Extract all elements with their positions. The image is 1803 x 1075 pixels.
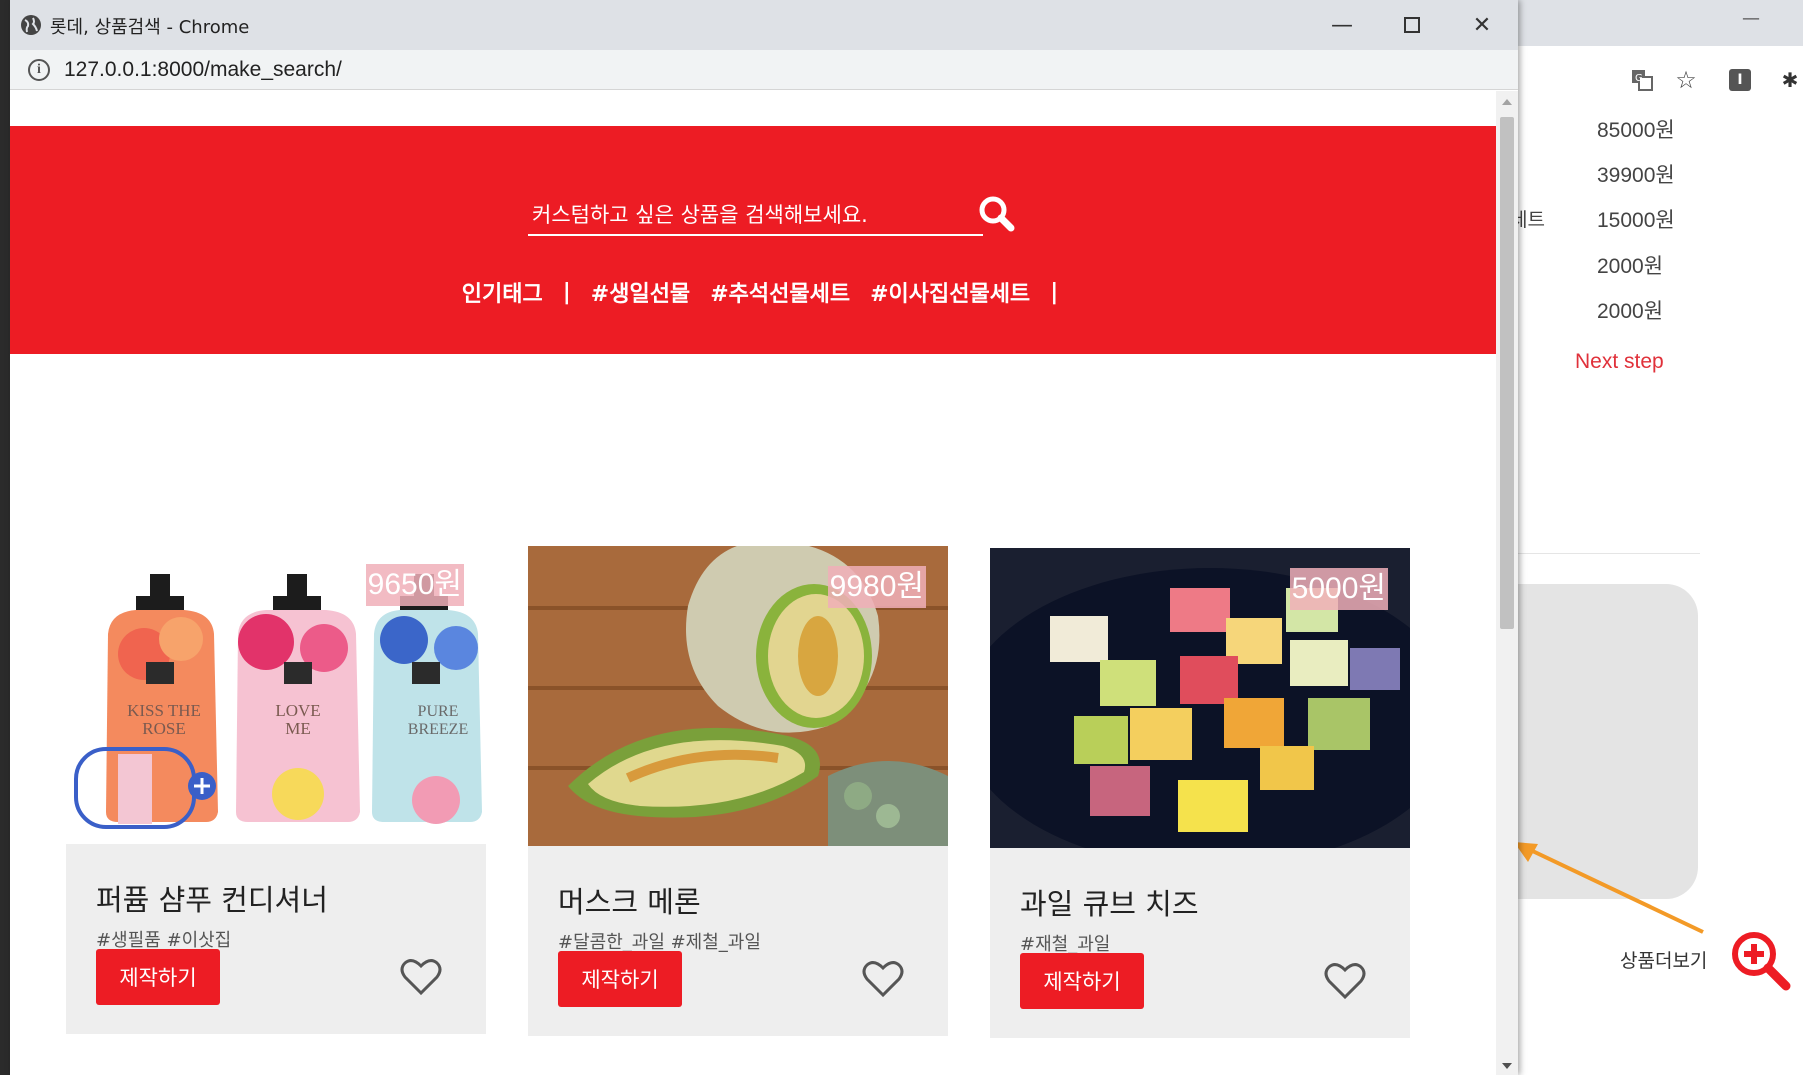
popular-tags-label: 인기태그 <box>461 282 543 307</box>
product-card[interactable]: 9980원 머스크 메론 #달콤한_과일 #제철_과일 제작하기 <box>528 546 948 1036</box>
window-title: 롯데, 상품검색 - Chrome <box>50 17 250 38</box>
search-box <box>528 196 983 236</box>
translate-icon[interactable]: G <box>1628 66 1656 94</box>
svg-text:ME: ME <box>285 719 311 738</box>
background-price: 15000원 <box>1597 209 1675 232</box>
make-button[interactable]: 제작하기 <box>558 951 682 1007</box>
more-products-label[interactable]: 상품더보기 <box>1620 946 1707 973</box>
tag-separator: | <box>562 279 571 305</box>
minimize-button[interactable]: — <box>1307 0 1377 50</box>
vertical-scrollbar[interactable] <box>1496 91 1518 1075</box>
background-price: 2000원 <box>1597 300 1664 323</box>
svg-text:BREEZE: BREEZE <box>408 721 468 738</box>
heart-icon[interactable] <box>400 958 442 996</box>
extensions-puzzle-icon[interactable]: ✱ <box>1776 66 1803 94</box>
title-bar: 롯데, 상품검색 - Chrome — ✕ <box>10 0 1518 50</box>
make-button[interactable]: 제작하기 <box>1020 953 1144 1009</box>
price-badge: 9980원 <box>827 566 926 608</box>
search-icon[interactable] <box>975 192 1019 236</box>
popup-browser-window: 롯데, 상품검색 - Chrome — ✕ i 127.0.0.1:8000/m… <box>10 0 1518 1075</box>
svg-text:ROSE: ROSE <box>142 719 185 738</box>
product-card[interactable]: 5000원 과일 큐브 치즈 #재철_과일 제작하기 <box>990 548 1410 1038</box>
price-badge: 5000원 <box>1289 568 1388 610</box>
popular-tags: 인기태그 | #생일선물 #추석선물세트 #이사집선물세트 | <box>10 276 1496 308</box>
extension-icon[interactable]: I <box>1726 66 1754 94</box>
svg-text:KISS THE: KISS THE <box>127 701 201 720</box>
svg-text:G: G <box>1635 73 1643 84</box>
make-button[interactable]: 제작하기 <box>96 949 220 1005</box>
search-header: 인기태그 | #생일선물 #추석선물세트 #이사집선물세트 | <box>10 126 1496 354</box>
tag-chuseok[interactable]: #추석선물세트 <box>710 276 850 308</box>
maximize-button[interactable] <box>1377 0 1447 50</box>
annotation-arrow <box>1514 842 1704 934</box>
background-toolbar <box>1510 46 1803 114</box>
page-viewport: 인기태그 | #생일선물 #추석선물세트 #이사집선물세트 | <box>10 91 1496 1075</box>
next-step-link[interactable]: Next step <box>1575 350 1664 374</box>
scroll-down-arrow-icon[interactable] <box>1502 1063 1512 1069</box>
site-info-icon[interactable]: i <box>28 59 50 81</box>
divider <box>1510 553 1700 554</box>
product-name[interactable]: 퍼퓸 샴푸 컨디셔너 <box>96 877 328 919</box>
background-minimize-icon[interactable]: — <box>1742 8 1760 29</box>
background-price: 2000원 <box>1597 255 1664 278</box>
heart-icon[interactable] <box>1324 962 1366 1000</box>
svg-text:LOVE: LOVE <box>275 701 320 720</box>
heart-icon[interactable] <box>862 960 904 998</box>
background-price: 39900원 <box>1597 164 1675 187</box>
bookmark-star-icon[interactable]: ☆ <box>1672 66 1700 94</box>
url-text[interactable]: 127.0.0.1:8000/make_search/ <box>64 58 342 82</box>
background-tab-strip: — <box>1510 0 1803 46</box>
scroll-thumb[interactable] <box>1500 117 1514 629</box>
product-name[interactable]: 머스크 메론 <box>558 879 701 921</box>
price-badge: 9650원 <box>365 564 464 606</box>
tag-separator: | <box>1050 279 1059 305</box>
product-name[interactable]: 과일 큐브 치즈 <box>1020 881 1199 923</box>
tag-birthday[interactable]: #생일선물 <box>591 276 690 308</box>
product-card[interactable]: KISS THE ROSE LOVE ME PURE BREEZE 9650원 … <box>66 544 486 1034</box>
background-price: 85000원 <box>1597 119 1675 142</box>
tag-housewarming[interactable]: #이사집선물세트 <box>870 276 1030 308</box>
close-button[interactable]: ✕ <box>1447 0 1517 50</box>
address-bar[interactable]: i 127.0.0.1:8000/make_search/ <box>10 50 1518 90</box>
zoom-plus-icon[interactable] <box>1728 928 1792 992</box>
search-input[interactable] <box>528 196 948 234</box>
globe-icon <box>21 15 41 35</box>
scroll-up-arrow-icon[interactable] <box>1502 99 1512 105</box>
svg-text:PURE: PURE <box>418 703 459 720</box>
